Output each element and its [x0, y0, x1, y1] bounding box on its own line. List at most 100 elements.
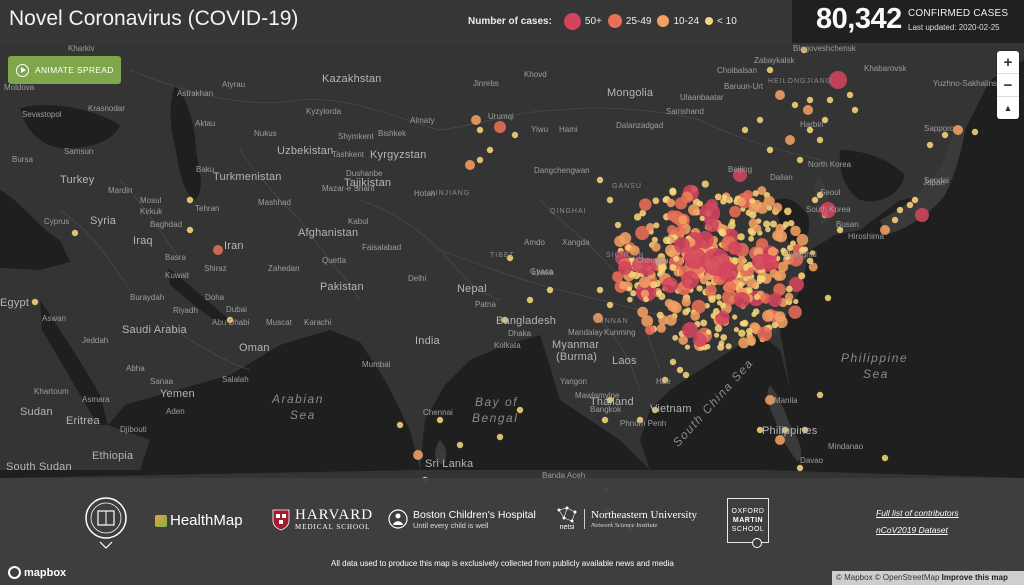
case-marker-wenzhou[interactable]: [768, 293, 782, 307]
case-marker[interactable]: [771, 321, 779, 329]
case-marker[interactable]: [741, 126, 749, 134]
case-marker[interactable]: [712, 308, 720, 315]
case-marker-nanning[interactable]: [645, 325, 655, 335]
case-marker[interactable]: [766, 146, 774, 154]
case-marker[interactable]: [746, 335, 756, 346]
case-marker-huanggang[interactable]: [718, 262, 738, 282]
case-marker-daegu[interactable]: [820, 202, 836, 218]
case-marker[interactable]: [720, 334, 728, 341]
case-marker[interactable]: [790, 225, 801, 237]
case-marker[interactable]: [633, 213, 642, 221]
case-marker[interactable]: [724, 280, 737, 293]
case-marker[interactable]: [436, 416, 444, 424]
case-marker-shenzhen[interactable]: [693, 333, 707, 347]
zoom-out-button[interactable]: −: [997, 74, 1019, 96]
case-marker[interactable]: [926, 141, 934, 149]
case-marker[interactable]: [651, 242, 661, 252]
case-marker[interactable]: [649, 281, 658, 289]
case-marker[interactable]: [627, 296, 633, 303]
case-marker[interactable]: [941, 131, 949, 139]
case-marker[interactable]: [740, 320, 747, 327]
case-marker[interactable]: [784, 207, 792, 216]
case-marker[interactable]: [762, 309, 774, 322]
case-marker[interactable]: [793, 298, 799, 305]
case-marker[interactable]: [733, 326, 740, 333]
case-marker[interactable]: [727, 221, 736, 230]
case-marker[interactable]: [806, 96, 814, 104]
case-marker[interactable]: [824, 294, 832, 302]
compass-icon[interactable]: ▲: [997, 97, 1019, 119]
case-marker-nanchang[interactable]: [734, 292, 750, 308]
case-marker-shanghai[interactable]: [763, 255, 777, 269]
case-marker[interactable]: [738, 329, 746, 337]
case-marker[interactable]: [746, 327, 753, 335]
case-marker[interactable]: [911, 196, 919, 204]
case-marker[interactable]: [775, 230, 788, 243]
case-marker[interactable]: [752, 190, 759, 197]
case-marker[interactable]: [732, 314, 738, 320]
case-marker[interactable]: [798, 272, 806, 280]
case-marker[interactable]: [465, 160, 475, 170]
case-marker[interactable]: [396, 421, 404, 429]
case-marker-jinan[interactable]: [743, 190, 753, 200]
case-marker[interactable]: [753, 224, 762, 233]
case-marker[interactable]: [881, 454, 889, 462]
case-marker[interactable]: [486, 146, 494, 154]
case-marker[interactable]: [806, 126, 814, 134]
case-marker[interactable]: [708, 295, 716, 303]
case-marker[interactable]: [662, 236, 671, 245]
case-marker[interactable]: [756, 426, 764, 434]
case-marker[interactable]: [749, 211, 757, 219]
case-marker[interactable]: [725, 343, 732, 350]
case-marker[interactable]: [714, 332, 720, 338]
case-marker[interactable]: [672, 334, 679, 341]
case-marker-beijing[interactable]: [733, 168, 747, 182]
case-marker[interactable]: [748, 235, 754, 242]
case-marker[interactable]: [971, 128, 979, 136]
case-marker[interactable]: [699, 215, 705, 221]
case-marker[interactable]: [682, 371, 690, 379]
case-marker[interactable]: [737, 256, 747, 265]
case-marker[interactable]: [816, 391, 824, 399]
case-marker-iran-qom[interactable]: [213, 245, 223, 255]
case-marker[interactable]: [788, 305, 802, 319]
case-marker-changsha[interactable]: [662, 277, 678, 293]
case-marker[interactable]: [186, 196, 194, 204]
case-marker[interactable]: [772, 202, 783, 213]
case-marker[interactable]: [516, 406, 524, 414]
case-marker[interactable]: [676, 366, 684, 374]
case-marker[interactable]: [658, 292, 666, 301]
case-marker-zhengzhou[interactable]: [706, 199, 718, 211]
case-marker[interactable]: [661, 376, 669, 384]
case-marker[interactable]: [826, 96, 834, 104]
case-marker[interactable]: [781, 426, 789, 434]
case-marker[interactable]: [666, 198, 676, 208]
case-marker[interactable]: [785, 135, 795, 145]
case-marker[interactable]: [765, 395, 775, 405]
case-marker[interactable]: [756, 116, 764, 124]
case-marker[interactable]: [788, 252, 804, 267]
case-marker[interactable]: [715, 294, 722, 300]
case-marker[interactable]: [746, 277, 757, 289]
case-marker-urumqi[interactable]: [494, 121, 506, 133]
case-marker[interactable]: [606, 396, 614, 404]
case-marker[interactable]: [646, 222, 655, 232]
case-marker-xinyang[interactable]: [705, 218, 719, 232]
case-marker[interactable]: [501, 316, 509, 324]
case-marker[interactable]: [669, 358, 677, 366]
case-marker[interactable]: [846, 91, 854, 99]
case-marker[interactable]: [704, 284, 717, 297]
case-marker[interactable]: [186, 226, 194, 234]
case-marker-xiangyang[interactable]: [674, 237, 690, 253]
case-marker[interactable]: [751, 311, 757, 318]
case-marker[interactable]: [673, 255, 680, 262]
case-marker[interactable]: [796, 233, 809, 246]
case-marker[interactable]: [593, 313, 603, 323]
case-marker[interactable]: [690, 311, 701, 321]
mapbox-logo[interactable]: mapbox: [8, 566, 66, 579]
case-marker[interactable]: [718, 228, 725, 236]
case-marker[interactable]: [653, 222, 660, 229]
case-marker[interactable]: [526, 296, 534, 304]
case-marker[interactable]: [614, 221, 622, 229]
case-marker[interactable]: [705, 329, 712, 335]
